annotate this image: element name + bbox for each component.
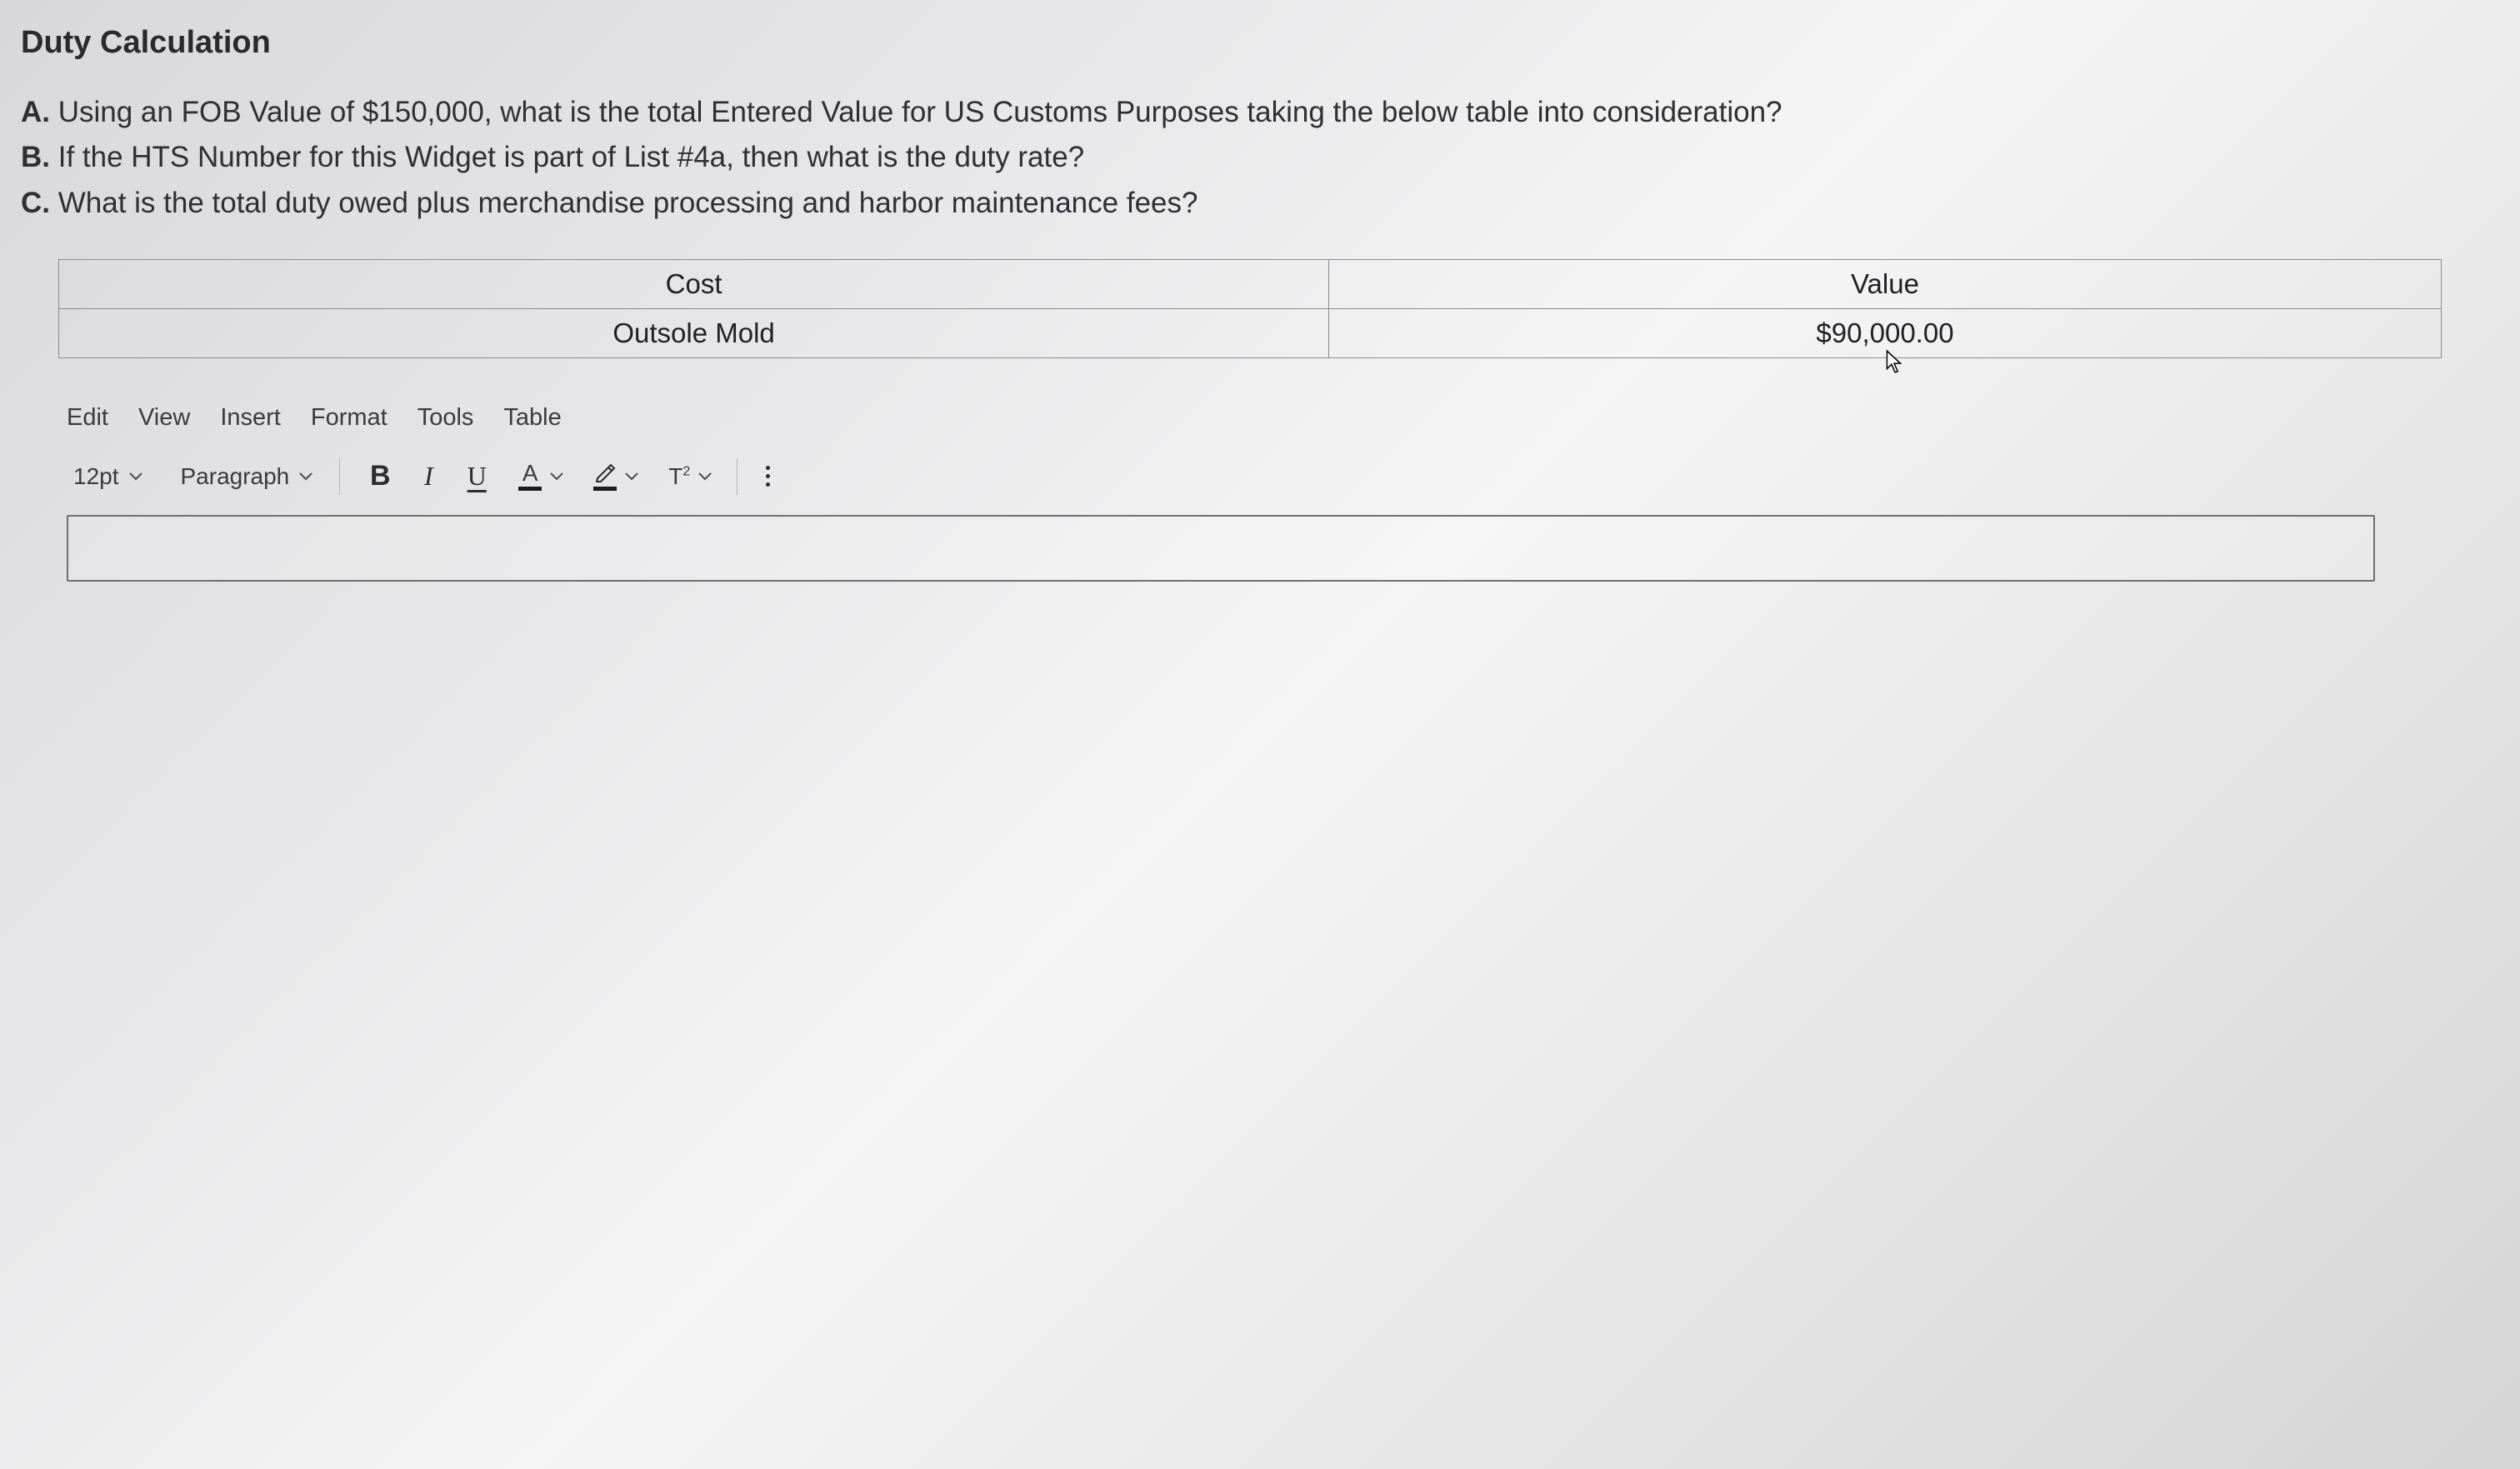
table-header-row: Cost Value bbox=[59, 259, 2442, 308]
question-b: B. If the HTS Number for this Widget is … bbox=[21, 135, 2503, 180]
text-color-icon: A bbox=[518, 462, 542, 491]
question-c: C. What is the total duty owed plus merc… bbox=[21, 181, 2503, 226]
blockformat-dropdown[interactable]: Paragraph bbox=[174, 460, 320, 493]
table-cell-value: $90,000.00 bbox=[1329, 308, 2442, 357]
table-cell-value-text: $90,000.00 bbox=[1816, 317, 1953, 348]
dot-icon bbox=[766, 482, 770, 487]
chevron-down-icon bbox=[129, 472, 142, 481]
superscript-button[interactable]: T2 bbox=[663, 463, 717, 490]
mouse-cursor-icon bbox=[1885, 349, 1903, 380]
dot-icon bbox=[766, 466, 770, 470]
chevron-down-icon bbox=[299, 472, 312, 481]
chevron-down-icon bbox=[698, 472, 712, 481]
highlight-icon bbox=[593, 462, 617, 491]
question-b-label: B. bbox=[21, 141, 50, 173]
toolbar-divider bbox=[737, 458, 738, 495]
fontsize-dropdown[interactable]: 12pt bbox=[67, 460, 149, 493]
superscript-icon: T2 bbox=[668, 463, 690, 490]
text-color-button[interactable]: A bbox=[513, 462, 568, 491]
highlight-color-button[interactable] bbox=[588, 462, 643, 491]
table-cell-cost: Outsole Mold bbox=[59, 308, 1329, 357]
highlight-color-bar bbox=[593, 487, 617, 491]
editor-menubar: Edit View Insert Format Tools Table bbox=[67, 404, 2503, 432]
editor-content-area[interactable] bbox=[67, 515, 2375, 582]
menu-insert[interactable]: Insert bbox=[220, 404, 281, 432]
chevron-down-icon bbox=[550, 472, 563, 481]
menu-table[interactable]: Table bbox=[503, 404, 561, 432]
underline-button[interactable]: U bbox=[457, 457, 497, 497]
dot-icon bbox=[766, 474, 770, 478]
section-heading: Duty Calculation bbox=[21, 25, 2503, 61]
toolbar-divider bbox=[339, 458, 340, 495]
question-a-label: A. bbox=[21, 96, 50, 128]
more-options-button[interactable] bbox=[758, 466, 778, 487]
editor-toolbar: 12pt Paragraph B I U A T2 bbox=[67, 457, 2503, 497]
menu-tools[interactable]: Tools bbox=[418, 404, 474, 432]
blockformat-value: Paragraph bbox=[181, 463, 290, 490]
text-color-letter: A bbox=[522, 462, 538, 485]
fontsize-value: 12pt bbox=[73, 463, 119, 490]
menu-view[interactable]: View bbox=[138, 404, 190, 432]
table-header-value: Value bbox=[1329, 259, 2442, 308]
italic-button[interactable]: I bbox=[408, 457, 448, 497]
table-row: Outsole Mold $90,000.00 bbox=[59, 308, 2442, 357]
question-c-text: What is the total duty owed plus merchan… bbox=[50, 187, 1198, 219]
question-a: A. Using an FOB Value of $150,000, what … bbox=[21, 90, 2503, 135]
menu-format[interactable]: Format bbox=[311, 404, 388, 432]
chevron-down-icon bbox=[625, 472, 638, 481]
question-a-text: Using an FOB Value of $150,000, what is … bbox=[50, 96, 1782, 128]
question-c-label: C. bbox=[21, 187, 50, 219]
menu-edit[interactable]: Edit bbox=[67, 404, 108, 432]
cost-value-table: Cost Value Outsole Mold $90,000.00 bbox=[58, 259, 2442, 358]
question-b-text: If the HTS Number for this Widget is par… bbox=[50, 141, 1084, 173]
text-color-bar bbox=[518, 487, 542, 491]
superscript-letter: T bbox=[668, 463, 682, 489]
table-header-cost: Cost bbox=[59, 259, 1329, 308]
bold-button[interactable]: B bbox=[360, 457, 400, 497]
questions-block: A. Using an FOB Value of $150,000, what … bbox=[21, 90, 2503, 226]
